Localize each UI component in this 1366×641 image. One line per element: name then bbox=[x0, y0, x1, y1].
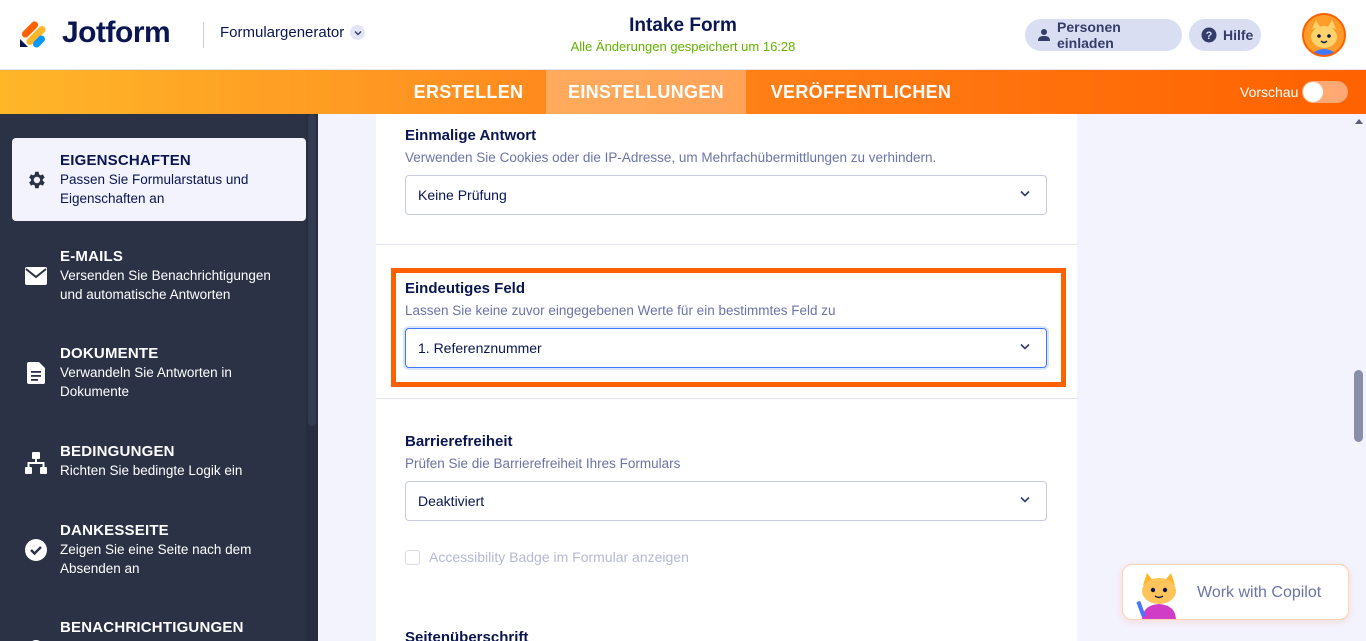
sidebar-item-desc: Dokumente bbox=[60, 384, 130, 399]
builder-dropdown[interactable]: Formulargenerator bbox=[220, 24, 366, 41]
scroll-up-arrow-icon[interactable] bbox=[1355, 118, 1363, 124]
sidebar-item-documents[interactable]: DOKUMENTE Verwandeln Sie Antworten in Do… bbox=[12, 345, 306, 415]
gear-icon bbox=[24, 168, 48, 192]
sidebar-item-desc: Versenden Sie Benachrichtigungen bbox=[60, 268, 271, 283]
copilot-button[interactable]: Work with Copilot bbox=[1122, 564, 1349, 620]
bell-icon bbox=[24, 637, 48, 641]
invite-label: Personen einladen bbox=[1057, 19, 1121, 51]
check-circle-icon bbox=[24, 538, 48, 562]
unique-submission-desc: Verwenden Sie Cookies oder die IP-Adress… bbox=[405, 150, 937, 165]
accessibility-badge-option: Accessibility Badge im Formular anzeigen bbox=[405, 549, 689, 565]
chevron-down-icon bbox=[1020, 343, 1030, 350]
brand-name: Jotform bbox=[62, 16, 171, 49]
sidebar-item-desc: Passen Sie Formularstatus und bbox=[60, 172, 249, 187]
header-divider bbox=[203, 22, 204, 48]
document-icon bbox=[24, 361, 48, 385]
sidebar-item-title: DANKESSEITE bbox=[60, 522, 169, 539]
invite-people-button[interactable]: Personen einladen bbox=[1025, 19, 1182, 51]
toggle-knob bbox=[1303, 82, 1323, 102]
sidebar-item-desc: Verwandeln Sie Antworten in bbox=[60, 365, 232, 380]
chevron-down-icon bbox=[1020, 496, 1030, 503]
help-label: Hilfe bbox=[1223, 27, 1254, 43]
sidebar-item-desc: und automatische Antworten bbox=[60, 287, 231, 302]
accessibility-select[interactable]: Deaktiviert bbox=[405, 481, 1047, 521]
sidebar-item-desc: Eigenschaften an bbox=[60, 191, 165, 206]
select-value: 1. Referenznummer bbox=[418, 340, 542, 356]
copilot-cat-icon bbox=[1136, 573, 1176, 619]
sidebar-item-properties[interactable]: EIGENSCHAFTEN Passen Sie Formularstatus … bbox=[12, 138, 306, 221]
select-value: Keine Prüfung bbox=[418, 187, 507, 203]
user-icon bbox=[1037, 28, 1051, 42]
tab-settings[interactable]: EINSTELLUNGEN bbox=[546, 70, 746, 114]
sidebar-item-conditions[interactable]: BEDINGUNGEN Richten Sie bedingte Logik e… bbox=[12, 443, 306, 493]
sidebar-item-title: BEDINGUNGEN bbox=[60, 443, 175, 460]
sidebar-item-notifications[interactable]: BENACHRICHTIGUNGEN bbox=[12, 619, 306, 641]
settings-sidebar: EIGENSCHAFTEN Passen Sie Formularstatus … bbox=[0, 114, 318, 641]
unique-field-select[interactable]: 1. Referenznummer bbox=[405, 328, 1047, 368]
main-nav: ERSTELLEN EINSTELLUNGEN VERÖFFENTLICHEN … bbox=[0, 70, 1366, 114]
section-divider bbox=[376, 398, 1077, 399]
sidebar-item-thankyou[interactable]: DANKESSEITE Zeigen Sie eine Seite nach d… bbox=[12, 522, 306, 592]
sidebar-item-desc: Zeigen Sie eine Seite nach dem bbox=[60, 542, 252, 557]
unique-field-title: Eindeutiges Feld bbox=[405, 280, 526, 297]
user-avatar[interactable] bbox=[1302, 13, 1346, 57]
settings-content: Einmalige Antwort Verwenden Sie Cookies … bbox=[376, 114, 1077, 641]
sitemap-icon bbox=[24, 451, 48, 475]
chevron-down-icon bbox=[1020, 190, 1030, 197]
unique-field-desc: Lassen Sie keine zuvor eingegebenen Wert… bbox=[405, 303, 836, 318]
sidebar-item-title: E-MAILS bbox=[60, 248, 124, 265]
avatar-icon bbox=[1304, 15, 1344, 55]
sidebar-item-title: DOKUMENTE bbox=[60, 345, 159, 362]
sidebar-scrollbar-thumb[interactable] bbox=[308, 114, 316, 426]
sidebar-item-desc: Absenden an bbox=[60, 561, 140, 576]
section-divider bbox=[376, 244, 1077, 245]
unique-submission-select[interactable]: Keine Prüfung bbox=[405, 175, 1047, 215]
top-header: Jotform Formulargenerator Intake Form Al… bbox=[0, 0, 1366, 70]
builder-label: Formulargenerator bbox=[220, 24, 345, 41]
accessibility-desc: Prüfen Sie die Barrierefreiheit Ihres Fo… bbox=[405, 456, 681, 471]
accessibility-badge-label: Accessibility Badge im Formular anzeigen bbox=[429, 549, 689, 565]
svg-text:?: ? bbox=[1206, 30, 1213, 42]
unique-submission-title: Einmalige Antwort bbox=[405, 127, 537, 144]
sidebar-item-emails[interactable]: E-MAILS Versenden Sie Benachrichtigungen… bbox=[12, 248, 306, 318]
chevron-down-icon bbox=[350, 25, 366, 40]
jotform-logo[interactable]: Jotform bbox=[18, 16, 171, 50]
copilot-label: Work with Copilot bbox=[1197, 584, 1322, 601]
preview-toggle[interactable] bbox=[1302, 81, 1348, 103]
sidebar-item-title: BENACHRICHTIGUNGEN bbox=[60, 619, 244, 636]
select-value: Deaktiviert bbox=[418, 493, 485, 509]
tab-publish[interactable]: VERÖFFENTLICHEN bbox=[746, 70, 976, 114]
accessibility-badge-checkbox[interactable] bbox=[405, 549, 420, 565]
envelope-icon bbox=[24, 264, 48, 288]
page-scrollbar-thumb[interactable] bbox=[1354, 370, 1363, 442]
sidebar-item-title: EIGENSCHAFTEN bbox=[60, 152, 191, 169]
accessibility-title: Barrierefreiheit bbox=[405, 433, 513, 450]
sidebar-item-desc: Richten Sie bedingte Logik ein bbox=[60, 463, 243, 478]
help-icon: ? bbox=[1201, 27, 1217, 43]
help-button[interactable]: ? Hilfe bbox=[1189, 19, 1261, 51]
page-title-setting-title: Seitenüberschrift bbox=[405, 629, 529, 641]
jotform-logo-icon bbox=[20, 21, 46, 48]
tab-create[interactable]: ERSTELLEN bbox=[391, 70, 546, 114]
preview-label: Vorschau bbox=[1240, 84, 1299, 100]
